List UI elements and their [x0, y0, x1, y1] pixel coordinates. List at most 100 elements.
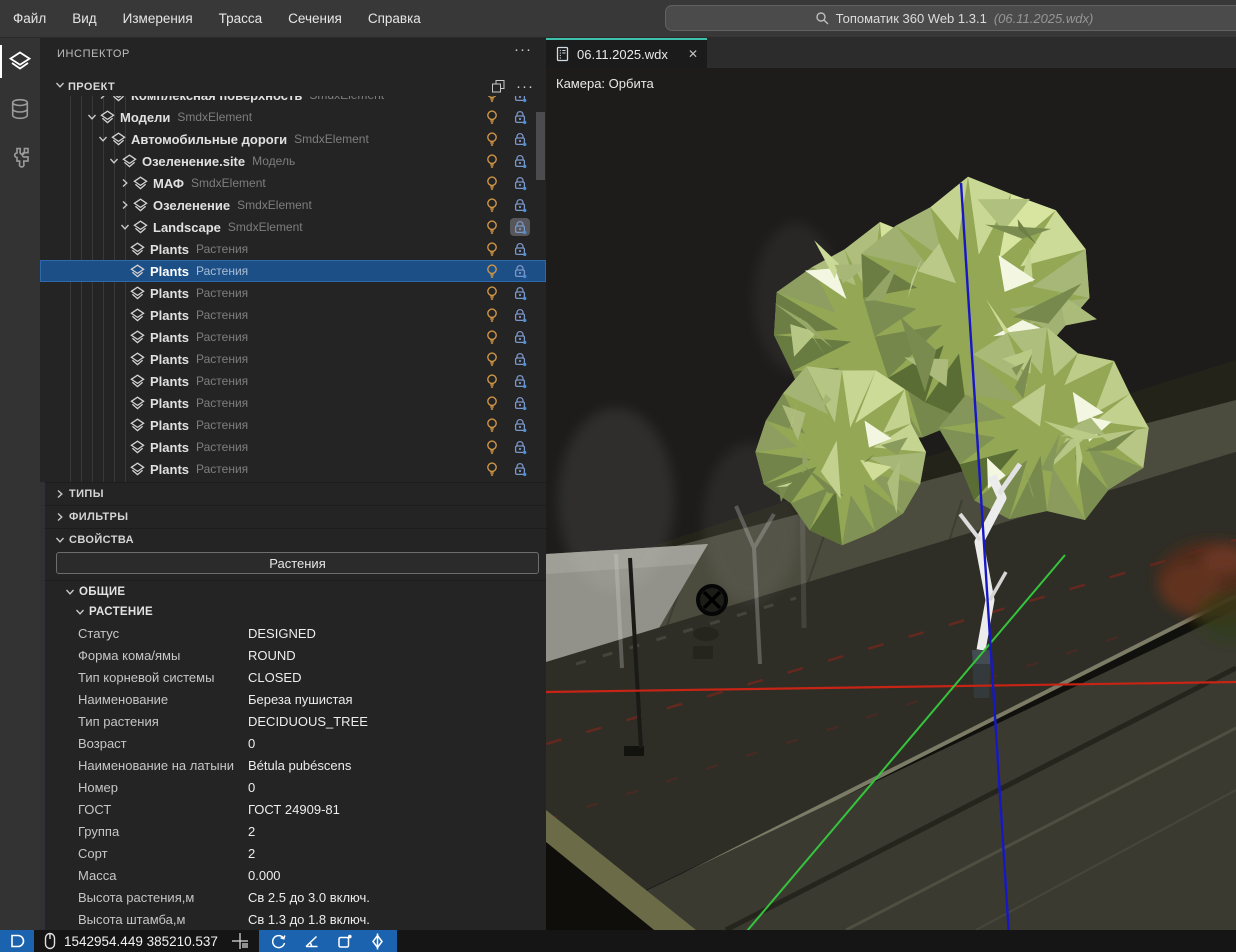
project-more-icon[interactable]: ··· — [516, 82, 534, 92]
lock-icon[interactable] — [510, 152, 530, 170]
visibility-bulb-icon[interactable] — [484, 263, 500, 279]
tree-item-plants[interactable]: PlantsРастения — [40, 260, 546, 282]
menu-item[interactable]: Справка — [355, 11, 434, 26]
property-value[interactable]: ГОСТ 24909-81 — [248, 802, 340, 817]
lock-icon[interactable] — [510, 372, 530, 390]
visibility-bulb-icon[interactable] — [484, 131, 500, 147]
orbit-icon[interactable] — [270, 933, 287, 950]
menu-item[interactable]: Сечения — [275, 11, 355, 26]
property-value[interactable]: ROUND — [248, 648, 296, 663]
property-value[interactable]: DECIDUOUS_TREE — [248, 714, 368, 729]
property-group-header[interactable]: ОБЩИЕ — [40, 580, 546, 602]
chevron-right-icon[interactable] — [97, 96, 111, 101]
property-value[interactable]: Береза пушистая — [248, 692, 353, 707]
visibility-bulb-icon[interactable] — [484, 175, 500, 191]
tab-document[interactable]: 06.11.2025.wdx ✕ — [546, 38, 707, 68]
panel-scroll-strip[interactable] — [40, 482, 45, 930]
activity-item-inspector[interactable] — [0, 38, 40, 85]
crosshair-icon[interactable] — [231, 932, 249, 950]
lock-icon[interactable] — [510, 284, 530, 302]
visibility-bulb-icon[interactable] — [484, 219, 500, 235]
plumb-snap-icon[interactable] — [369, 933, 386, 950]
lock-icon[interactable] — [510, 328, 530, 346]
property-value[interactable]: Св 2.5 до 3.0 включ. — [248, 890, 370, 905]
visibility-bulb-icon[interactable] — [484, 329, 500, 345]
tree-item-plants[interactable]: PlantsРастения — [40, 238, 546, 260]
visibility-bulb-icon[interactable] — [484, 395, 500, 411]
chevron-right-icon[interactable] — [119, 199, 133, 211]
more-actions-icon[interactable]: ··· — [514, 45, 532, 55]
visibility-bulb-icon[interactable] — [484, 241, 500, 257]
tree-item-plants[interactable]: PlantsРастения — [40, 414, 546, 436]
property-value[interactable]: 0 — [248, 736, 255, 751]
lock-icon[interactable] — [510, 96, 530, 104]
tree-item-plants[interactable]: PlantsРастения — [40, 436, 546, 458]
property-value[interactable]: CLOSED — [248, 670, 301, 685]
close-icon[interactable]: ✕ — [688, 48, 698, 60]
tree-item-landscape[interactable]: LandscapeSmdxElement — [40, 216, 546, 238]
tree-item-plants[interactable]: PlantsРастения — [40, 392, 546, 414]
lock-icon[interactable] — [510, 438, 530, 456]
property-value[interactable]: 2 — [248, 824, 255, 839]
menu-item[interactable]: Вид — [59, 11, 109, 26]
chevron-down-icon[interactable] — [119, 221, 133, 233]
section-header-типы[interactable]: ТИПЫ — [40, 482, 546, 505]
command-search-box[interactable]: Топоматик 360 Web 1.3.1 (06.11.2025.wdx) — [665, 5, 1236, 31]
lock-icon[interactable] — [510, 350, 530, 368]
tree-scrollbar[interactable] — [536, 112, 545, 180]
menu-item[interactable]: Трасса — [206, 11, 276, 26]
tree-item-автомобильные-дороги[interactable]: Автомобильные дорогиSmdxElement — [40, 128, 546, 150]
section-header-свойства[interactable]: СВОЙСТВА — [40, 528, 546, 551]
lock-icon[interactable] — [510, 262, 530, 280]
tree-item-plants[interactable]: PlantsРастения — [40, 458, 546, 480]
chevron-right-icon[interactable] — [119, 177, 133, 189]
visibility-bulb-icon[interactable] — [484, 417, 500, 433]
tree-item-маф[interactable]: МАФSmdxElement — [40, 172, 546, 194]
tree-item-plants[interactable]: PlantsРастения — [40, 326, 546, 348]
lock-icon[interactable] — [510, 306, 530, 324]
selected-type-button[interactable]: Растения — [56, 552, 539, 574]
visibility-bulb-icon[interactable] — [484, 285, 500, 301]
section-header-фильтры[interactable]: ФИЛЬТРЫ — [40, 505, 546, 528]
property-value[interactable]: 0.000 — [248, 868, 281, 883]
project-section-header[interactable]: ПРОЕКТ ··· — [40, 76, 546, 98]
visibility-bulb-icon[interactable] — [484, 96, 500, 103]
chevron-down-icon[interactable] — [97, 133, 111, 145]
visibility-bulb-icon[interactable] — [484, 307, 500, 323]
menu-item[interactable]: Файл — [0, 11, 59, 26]
lock-icon[interactable] — [510, 460, 530, 478]
tree-item-plants[interactable]: PlantsРастения — [40, 348, 546, 370]
tree-item-комплексная-поверхность[interactable]: Комплексная поверхностьSmdxElement — [40, 96, 546, 106]
lock-icon[interactable] — [510, 196, 530, 214]
visibility-bulb-icon[interactable] — [484, 461, 500, 477]
lock-icon[interactable] — [510, 394, 530, 412]
property-value[interactable]: DESIGNED — [248, 626, 316, 641]
tree-item-озеленение[interactable]: ОзеленениеSmdxElement — [40, 194, 546, 216]
lock-icon[interactable] — [510, 240, 530, 258]
tree-item-модели[interactable]: МоделиSmdxElement — [40, 106, 546, 128]
bounds-snap-icon[interactable] — [336, 933, 353, 950]
activity-item-extensions[interactable] — [0, 132, 40, 179]
visibility-bulb-icon[interactable] — [484, 439, 500, 455]
tree-item-plants[interactable]: PlantsРастения — [40, 370, 546, 392]
chevron-down-icon[interactable] — [108, 155, 122, 167]
property-value[interactable]: Bétula pubéscens — [248, 758, 351, 773]
tree-item-plants[interactable]: PlantsРастения — [40, 304, 546, 326]
angle-icon[interactable] — [303, 933, 320, 950]
visibility-bulb-icon[interactable] — [484, 153, 500, 169]
activity-item-data[interactable] — [0, 85, 40, 132]
remote-indicator-badge[interactable] — [0, 930, 34, 952]
visibility-bulb-icon[interactable] — [484, 109, 500, 125]
chevron-down-icon[interactable] — [86, 111, 100, 123]
collapse-all-icon[interactable] — [491, 79, 506, 94]
lock-icon[interactable] — [510, 108, 530, 126]
lock-icon[interactable] — [510, 174, 530, 192]
property-value[interactable]: 0 — [248, 780, 255, 795]
lock-icon[interactable] — [510, 416, 530, 434]
visibility-bulb-icon[interactable] — [484, 197, 500, 213]
lock-icon[interactable] — [510, 130, 530, 148]
visibility-bulb-icon[interactable] — [484, 351, 500, 367]
visibility-bulb-icon[interactable] — [484, 373, 500, 389]
lock-icon[interactable] — [510, 218, 530, 236]
tree-item-plants[interactable]: PlantsРастения — [40, 282, 546, 304]
